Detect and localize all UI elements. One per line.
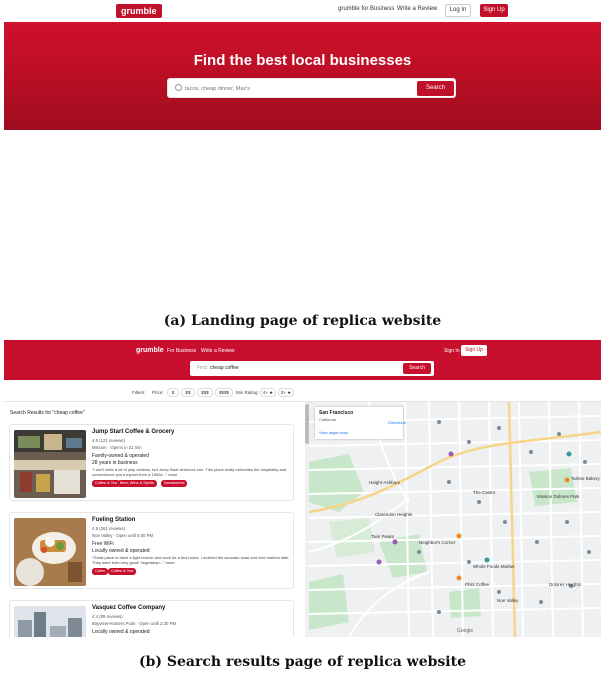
google-logo: Google bbox=[457, 628, 474, 634]
nav-write-review-link[interactable]: Write a Review bbox=[397, 6, 437, 12]
nav-business-link[interactable]: grumble for Business bbox=[338, 6, 394, 12]
results-logo[interactable]: grumble bbox=[136, 347, 164, 354]
business-name[interactable]: Vasquez Coffee Company bbox=[92, 605, 165, 611]
min-rating-label: Min Rating: bbox=[236, 390, 259, 395]
price-label: Price: bbox=[152, 390, 164, 395]
category-tag[interactable]: Beer, Wine & Spirits bbox=[117, 480, 157, 487]
landing-page: grumble grumble for Business Write a Rev… bbox=[4, 0, 601, 296]
search-icon bbox=[175, 84, 182, 91]
caption-landing: (a) Landing page of replica website bbox=[163, 313, 442, 329]
business-highlight: Locally owned & operated bbox=[92, 629, 150, 635]
business-rating: 4.5 (261 reviews) bbox=[92, 526, 125, 531]
business-meta: Noe Valley · Open until 5:00 PM bbox=[92, 533, 154, 538]
login-button[interactable]: Log In bbox=[445, 4, 471, 17]
signup-button[interactable]: Sign Up bbox=[480, 4, 508, 17]
landing-topbar: grumble grumble for Business Write a Rev… bbox=[4, 0, 601, 22]
map-larger-link[interactable]: View larger map bbox=[319, 430, 348, 435]
map-label: Mission Dolores Park bbox=[537, 494, 580, 499]
nav-for-business-link[interactable]: For Business bbox=[167, 348, 196, 354]
business-photo bbox=[14, 430, 86, 498]
category-tag[interactable]: Cafes bbox=[92, 568, 108, 575]
landing-hero: Find the best local businesses Search bbox=[4, 22, 601, 130]
price-chip[interactable]: $$ bbox=[181, 388, 195, 397]
signup-button[interactable]: Sign Up bbox=[461, 345, 487, 356]
rating-chip[interactable]: 4+ ★ bbox=[260, 388, 276, 397]
results-list: Search Results for "cheap coffee" Jump S… bbox=[4, 402, 305, 637]
business-photo bbox=[14, 606, 86, 637]
signin-link[interactable]: Sign In bbox=[444, 348, 460, 354]
filter-bar: Filters: Price: $ $$ $$$ $$$$ Min Rating… bbox=[4, 387, 601, 401]
result-card[interactable]: Fueling Station 4.5 (261 reviews) Noe Va… bbox=[9, 512, 294, 589]
price-chip[interactable]: $ bbox=[167, 388, 179, 397]
business-highlight: Family-owned & operated bbox=[92, 453, 149, 459]
map-label: Twin Peaks bbox=[371, 534, 395, 539]
map-label: Philz Coffee bbox=[465, 582, 490, 587]
business-rating: 4.4 (89 reviews) bbox=[92, 614, 123, 619]
category-tag[interactable]: Coffee & Tea bbox=[108, 568, 136, 575]
landing-search-input[interactable] bbox=[185, 83, 405, 94]
results-search-button[interactable]: Search bbox=[403, 363, 431, 374]
map-directions-link[interactable]: Directions bbox=[388, 420, 406, 425]
map-city: San Francisco bbox=[319, 410, 354, 416]
map-panel[interactable]: Haight-Ashbury Mission Dolores Park Twin… bbox=[309, 402, 601, 637]
results-search-input[interactable]: cheap coffee bbox=[210, 365, 239, 371]
map-label: Neighbor's Corner bbox=[419, 540, 456, 545]
caption-results: (b) Search results page of replica websi… bbox=[138, 654, 466, 670]
price-chip[interactable]: $$$$ bbox=[215, 388, 233, 397]
landing-search-button[interactable]: Search bbox=[417, 81, 454, 96]
business-rating: 4.5 (121 reviews) bbox=[92, 438, 125, 443]
results-title: Search Results for "cheap coffee" bbox=[10, 410, 85, 416]
filters-label: Filters: bbox=[132, 390, 146, 395]
results-header: grumble For Business Write a Review Sign… bbox=[4, 340, 601, 380]
search-find-label: Find bbox=[197, 365, 207, 371]
review-snippet: "Great place to have a light brunch and … bbox=[92, 555, 290, 565]
map-label: Haight-Ashbury bbox=[369, 480, 401, 485]
landing-logo[interactable]: grumble bbox=[116, 4, 162, 18]
business-meta: Mission · Opens in 21 min bbox=[92, 445, 142, 450]
map-label: Tartine Bakery bbox=[571, 476, 600, 481]
business-photo bbox=[14, 518, 86, 586]
business-name[interactable]: Jump Start Coffee & Grocery bbox=[92, 429, 174, 435]
category-tag[interactable]: Coffee & Tea bbox=[92, 480, 120, 487]
business-name[interactable]: Fueling Station bbox=[92, 517, 135, 523]
business-highlight: 28 years in business bbox=[92, 460, 138, 466]
map-label: Whole Foods Market bbox=[473, 564, 515, 569]
business-meta: Bayview-Hunters Point · Open until 2:30 … bbox=[92, 621, 177, 626]
nav-write-review-link[interactable]: Write a Review bbox=[201, 348, 235, 354]
business-highlight: Locally owned & operated bbox=[92, 548, 150, 554]
price-chip[interactable]: $$$ bbox=[197, 388, 213, 397]
map-label: The Castro bbox=[473, 490, 496, 495]
results-page: grumble For Business Write a Review Sign… bbox=[4, 340, 601, 637]
map-label: Clarendon Heights bbox=[375, 512, 413, 517]
result-card[interactable]: Jump Start Coffee & Grocery 4.5 (121 rev… bbox=[9, 424, 294, 501]
review-snippet: "I don't write a lot of yelp reviews, bu… bbox=[92, 467, 287, 477]
hero-title: Find the best local businesses bbox=[193, 52, 412, 69]
map-label: Noe Valley bbox=[497, 598, 519, 603]
landing-search-bar: Search bbox=[167, 78, 456, 98]
category-tag[interactable]: Sandwiches bbox=[161, 480, 188, 487]
map-info-box: San Francisco California Directions View… bbox=[315, 407, 406, 439]
map-state: California bbox=[319, 417, 336, 422]
business-highlight: Free WiFi bbox=[92, 541, 114, 547]
rating-chip[interactable]: 3+ ★ bbox=[278, 388, 294, 397]
result-card[interactable]: Vasquez Coffee Company 4.4 (89 reviews) … bbox=[9, 600, 294, 637]
map-label: Dolores Heights bbox=[549, 582, 582, 587]
results-search-bar: Find cheap coffee Search bbox=[190, 361, 434, 376]
